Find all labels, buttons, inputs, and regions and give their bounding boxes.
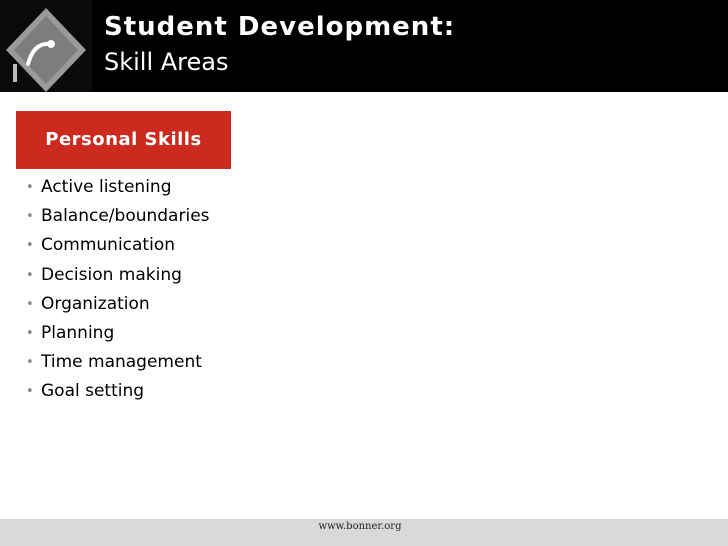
slide-subtitle: Skill Areas [104,48,229,76]
skill-label: Planning [41,322,115,343]
slide-footer: www.bonner.org [0,519,728,546]
list-item: • Goal setting [26,379,210,408]
bullet-icon: • [26,238,34,254]
skill-label: Goal setting [41,381,145,402]
bullet-icon: • [26,384,34,400]
list-item: • Active listening [26,175,210,204]
bullet-icon: • [26,355,34,371]
skill-label: Balance/boundaries [41,206,210,227]
bullet-icon: • [26,267,34,283]
bullet-icon: • [26,180,34,195]
list-item: • Time management [26,350,210,379]
skill-label: Organization [41,293,150,314]
footer-url: www.bonner.org [318,521,402,532]
list-item: • Balance/boundaries [26,204,210,233]
bullet-icon: • [26,209,34,225]
bullet-icon: • [26,296,34,312]
section-label: Personal Skills [45,129,202,150]
skill-label: Decision making [41,264,182,285]
curved-arrow-diamond-logo-icon [0,0,92,92]
skill-label: Time management [41,352,202,373]
list-item: • Decision making [26,263,210,292]
list-item: • Planning [26,321,210,350]
section-header-box: Personal Skills [16,111,231,169]
list-item: • Organization [26,292,210,321]
slide-title: Student Development: [104,12,456,42]
bonner-logo [0,0,92,92]
skill-label: Active listening [41,177,172,197]
slide-header: Student Development: Skill Areas [0,0,728,92]
list-item: • Communication [26,233,210,262]
skill-label: Communication [41,235,175,256]
skill-list: • Active listening • Balance/boundaries • C… [26,175,210,409]
bullet-icon: • [26,325,34,341]
